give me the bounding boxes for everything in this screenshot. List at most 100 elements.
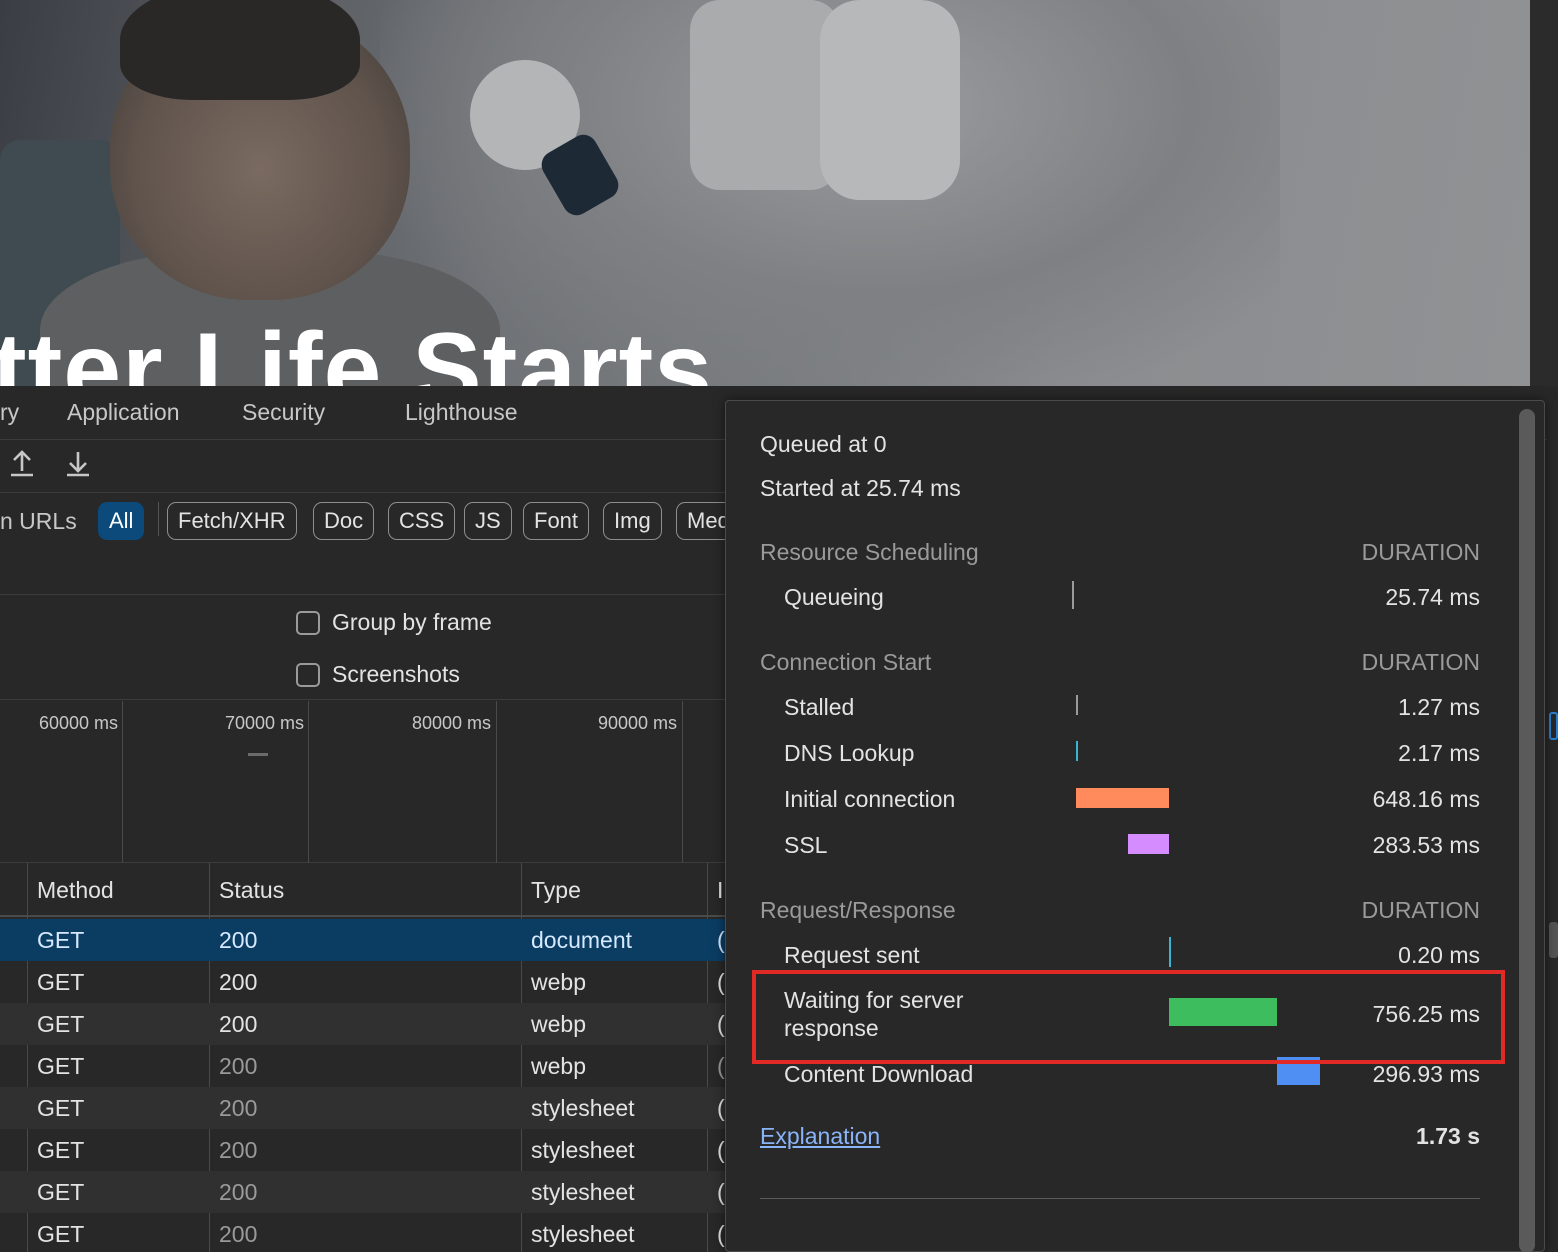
table-row[interactable]: GET 200 webp ( <box>0 1003 730 1045</box>
cell-type: stylesheet <box>531 1179 635 1205</box>
cell-initiator: ( <box>717 969 725 995</box>
content-download-label: Content Download <box>784 1061 974 1085</box>
group-by-frame-checkbox[interactable] <box>296 611 320 635</box>
cell-method: GET <box>37 1095 85 1121</box>
cell-method: GET <box>37 1179 85 1205</box>
timeline-label: 80000 ms <box>411 713 491 733</box>
cell-method: GET <box>37 969 85 995</box>
cell-initiator: ( <box>717 1137 725 1163</box>
tab-application[interactable]: Application <box>67 399 180 426</box>
tab-security[interactable]: Security <box>242 399 325 426</box>
popover-scroll-thumb[interactable] <box>1519 409 1535 1252</box>
tab-lighthouse[interactable]: Lighthouse <box>405 399 518 426</box>
section-resource-scheduling: Resource Scheduling <box>760 539 979 565</box>
filter-chip-font[interactable]: Font <box>523 502 590 540</box>
highlight-box <box>752 970 1505 1064</box>
stalled-value: 1.27 ms <box>1398 694 1480 720</box>
invert-urls-label[interactable]: n URLs <box>0 508 77 535</box>
duration-header: DURATION <box>1361 897 1480 923</box>
table-row[interactable]: GET 200 stylesheet ( <box>0 1213 730 1252</box>
cell-status: 200 <box>219 1095 258 1121</box>
cell-initiator: ( <box>717 1011 725 1037</box>
queueing-value: 25.74 ms <box>1385 584 1480 610</box>
cell-status: 200 <box>219 1137 258 1163</box>
filter-chip-fetch-xhr[interactable]: Fetch/XHR <box>167 502 297 540</box>
ssl-bar <box>1128 834 1169 854</box>
timeline-label: 70000 ms <box>224 713 304 733</box>
cell-type: document <box>531 927 633 953</box>
duration-header: DURATION <box>1361 539 1480 565</box>
filter-chip-js[interactable]: JS <box>464 502 512 540</box>
download-icon[interactable] <box>62 449 94 481</box>
cell-type: stylesheet <box>531 1137 635 1163</box>
table-row[interactable]: GET 200 webp ( <box>0 1045 730 1087</box>
table-row[interactable]: GET 200 stylesheet ( <box>0 1129 730 1171</box>
initial-connection-value: 648.16 ms <box>1372 786 1480 812</box>
cell-initiator: ( <box>717 1095 725 1121</box>
popover-scrollbar[interactable] <box>1519 409 1535 1252</box>
cell-initiator: ( <box>717 1179 725 1205</box>
request-sent-bar <box>1169 937 1171 967</box>
cell-status: 200 <box>219 1011 258 1037</box>
table-row[interactable]: GET 200 stylesheet ( <box>0 1171 730 1213</box>
group-by-frame-label: Group by frame <box>332 609 492 635</box>
queueing-label: Queueing <box>784 584 884 610</box>
cell-initiator: ( <box>717 927 725 953</box>
timeline-marker <box>248 753 268 756</box>
timeline-label: 60000 ms <box>38 713 118 733</box>
cell-type: stylesheet <box>531 1095 635 1121</box>
cell-method: GET <box>37 1053 85 1079</box>
stalled-label: Stalled <box>784 694 855 720</box>
filter-chip-css[interactable]: CSS <box>388 502 456 540</box>
filter-chip-doc[interactable]: Doc <box>313 502 375 540</box>
table-row[interactable]: GET 200 webp ( <box>0 961 730 1003</box>
column-header-type[interactable]: Type <box>531 877 581 904</box>
request-sent-label: Request sent <box>784 942 920 968</box>
requests-table: Method Status Type I GET 200 document ( … <box>0 863 730 1252</box>
total-duration: 1.73 s <box>1416 1123 1480 1149</box>
cell-method: GET <box>37 1011 85 1037</box>
cell-initiator: ( <box>717 1221 725 1247</box>
cell-type: stylesheet <box>531 1221 635 1247</box>
side-panel-scroll[interactable] <box>1549 922 1558 958</box>
cell-status: 200 <box>219 1053 258 1079</box>
column-header-status[interactable]: Status <box>219 877 284 904</box>
section-request-response: Request/Response <box>760 897 956 923</box>
upload-icon[interactable] <box>6 449 38 481</box>
column-header-initiator[interactable]: I <box>717 877 723 904</box>
queued-at: Queued at 0 <box>760 431 887 457</box>
network-overview-timeline[interactable]: 60000 ms 70000 ms 80000 ms 90000 ms <box>0 701 730 863</box>
table-row[interactable]: GET 200 document ( <box>0 919 730 961</box>
tab-memory[interactable]: ry <box>0 399 19 426</box>
column-header-method[interactable]: Method <box>37 877 114 904</box>
started-at: Started at 25.74 ms <box>760 475 961 501</box>
initial-connection-label: Initial connection <box>784 786 956 812</box>
screenshots-checkbox[interactable] <box>296 663 320 687</box>
filter-chip-all[interactable]: All <box>98 502 145 540</box>
cell-method: GET <box>37 1137 85 1163</box>
screenshots-label: Screenshots <box>332 661 460 687</box>
cell-status: 200 <box>219 1221 258 1247</box>
ssl-value: 283.53 ms <box>1372 832 1480 858</box>
cell-status: 200 <box>219 969 258 995</box>
explanation-link[interactable]: Explanation <box>760 1123 880 1150</box>
web-page-viewport: tter Life Starts <box>0 0 1558 386</box>
side-panel-handle[interactable] <box>1549 712 1558 740</box>
cell-initiator: ( <box>717 1053 725 1079</box>
network-toolbar <box>0 441 730 493</box>
timing-popover: Queued at 0 Started at 25.74 ms Resource… <box>725 400 1545 1252</box>
content-download-value: 296.93 ms <box>1372 1061 1480 1085</box>
section-connection-start: Connection Start <box>760 649 932 675</box>
filter-chip-img[interactable]: Img <box>603 502 662 540</box>
initial-connection-bar <box>1076 788 1169 808</box>
filter-bar: n URLs All Fetch/XHR Doc CSS JS Font Img… <box>0 494 741 546</box>
divider <box>760 1198 1480 1199</box>
cell-method: GET <box>37 927 85 953</box>
dns-lookup-label: DNS Lookup <box>784 740 915 766</box>
ssl-label: SSL <box>784 832 828 858</box>
stalled-bar <box>1076 695 1078 715</box>
table-row[interactable]: GET 200 stylesheet ( <box>0 1087 730 1129</box>
queueing-bar <box>1072 581 1074 609</box>
network-settings: Group by frame Screenshots <box>0 594 730 700</box>
cell-type: webp <box>531 1053 586 1079</box>
